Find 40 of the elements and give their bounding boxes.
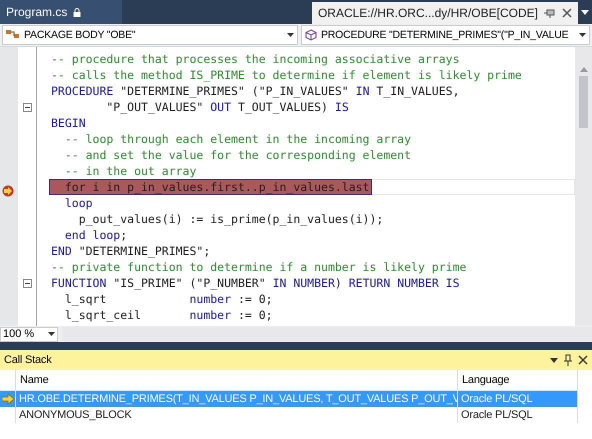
collapse-icon[interactable]	[23, 102, 32, 112]
code-line: l_sqrt number := 0;	[64, 292, 274, 306]
dropdown-caret-icon[interactable]	[579, 33, 586, 37]
vertical-scrollbar[interactable]	[575, 47, 592, 326]
code-line: END "DETERMINE_PRIMES";	[50, 244, 212, 258]
code-line: l_sqrt_ceil number := 0;	[64, 308, 274, 322]
code-line: BEGIN	[50, 116, 87, 130]
code-line: -- private function to determine if a number is likely prime	[50, 260, 468, 274]
horizontal-scrollbar[interactable]	[62, 327, 592, 341]
dropdown-caret-icon[interactable]	[581, 10, 589, 15]
code-line: loop	[64, 196, 94, 210]
scrollbar-thumb[interactable]	[579, 76, 588, 128]
cube-icon	[305, 29, 317, 41]
lock-icon	[73, 8, 82, 16]
package-icon	[6, 29, 20, 41]
document-tab[interactable]: ORACLE://HR.ORC...dy/HR/OBE[CODE]	[312, 2, 578, 24]
collapse-icon[interactable]	[23, 278, 32, 288]
code-line: -- and set the value for the corresponding element	[64, 148, 412, 162]
member-dropdown[interactable]: PROCEDURE "DETERMINE_PRIMES"("P_IN_VALUE	[301, 25, 590, 45]
code-line: FUNCTION "IS_PRIME" ("P_NUMBER" IN NUMBER) RETURN NUMBER IS	[50, 276, 461, 290]
panel-header: Call Stack	[0, 350, 592, 370]
code-line: PROCEDURE "DETERMINE_PRIMES" ("P_IN_VALUES" IN T_IN_VALUES,	[50, 84, 461, 98]
zoom-dropdown[interactable]: 100 %	[0, 326, 58, 342]
pin-icon[interactable]	[544, 8, 556, 18]
code-line: p_out_values(i) := is_prime(p_in_values(i));	[78, 212, 384, 226]
code-line: "P_OUT_VALUES" OUT T_OUT_VALUES) IS	[105, 100, 350, 114]
code-line: -- procedure that processes the incoming associative arrays	[50, 52, 460, 66]
pin-icon[interactable]	[564, 354, 572, 366]
code-line: -- in the out array	[64, 164, 198, 178]
close-icon[interactable]	[562, 8, 572, 18]
table-cell[interactable]: ANONYMOUS_BLOCK	[16, 407, 458, 423]
code-line: -- loop through each element in the incoming array	[64, 132, 412, 146]
code-line: -- calls the method IS_PRIME to determine if element is likely prime	[50, 68, 523, 82]
type-dropdown[interactable]: PACKAGE BODY "OBE"	[2, 25, 298, 45]
dropdown-caret-icon[interactable]	[287, 33, 294, 37]
dropdown-caret-icon[interactable]	[550, 358, 558, 362]
dropdown-caret-icon[interactable]	[48, 332, 55, 336]
close-icon[interactable]	[578, 355, 588, 365]
code-line: end loop;	[64, 228, 128, 242]
document-tab[interactable]: Program.cs	[0, 0, 122, 24]
